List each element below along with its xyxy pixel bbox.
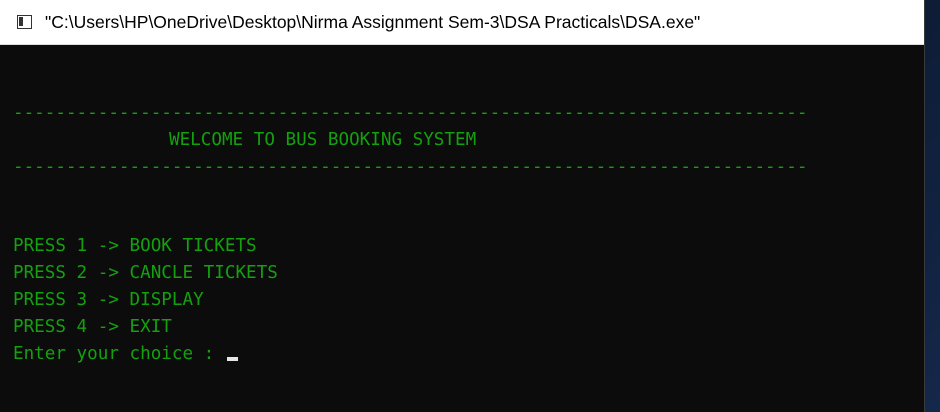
welcome-banner: WELCOME TO BUS BOOKING SYSTEM [169, 130, 477, 150]
menu-option-2: PRESS 2 -> CANCLE TICKETS [13, 263, 278, 283]
title-bar[interactable]: "C:\Users\HP\OneDrive\Desktop\Nirma Assi… [0, 0, 924, 45]
separator-bottom: ----------------------------------------… [13, 157, 808, 177]
separator-top: ----------------------------------------… [13, 103, 808, 123]
console-app-icon[interactable] [17, 15, 32, 29]
menu-option-3: PRESS 3 -> DISPLAY [13, 290, 204, 310]
menu-option-4: PRESS 4 -> EXIT [13, 317, 172, 337]
window-title: "C:\Users\HP\OneDrive\Desktop\Nirma Assi… [45, 12, 701, 32]
menu-option-1: PRESS 1 -> BOOK TICKETS [13, 236, 257, 256]
input-prompt-line[interactable]: Enter your choice : [13, 343, 238, 365]
console-window[interactable]: "C:\Users\HP\OneDrive\Desktop\Nirma Assi… [0, 0, 925, 412]
input-prompt: Enter your choice : [13, 344, 225, 364]
text-cursor[interactable] [226, 357, 238, 361]
console-output[interactable]: ----------------------------------------… [0, 45, 924, 412]
